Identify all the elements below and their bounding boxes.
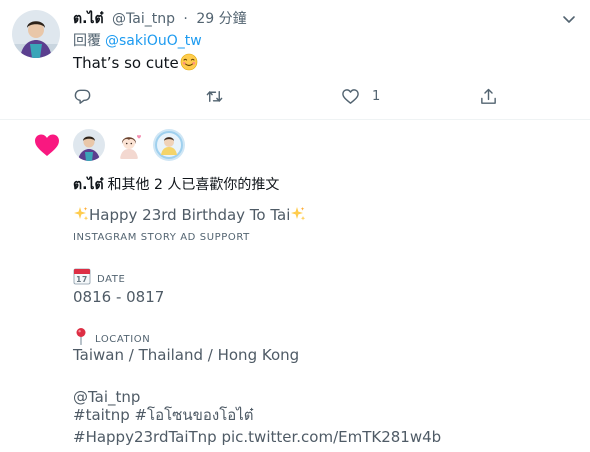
- like-count: 1: [372, 88, 381, 104]
- retweet-button[interactable]: [205, 86, 236, 106]
- date-label-line: 17 DATE: [73, 267, 125, 287]
- location-label: LOCATION: [95, 334, 151, 345]
- calendar-icon: 17: [73, 267, 91, 285]
- reply-icon: [74, 89, 91, 104]
- share-button[interactable]: [479, 86, 510, 106]
- reply-tweet[interactable]: ต.ไต๋ @Tai_tnp · 29 分鐘 回覆 @sakiOuO_tw Tha…: [0, 0, 590, 120]
- svg-text:17: 17: [76, 275, 88, 284]
- hashtag-and-pic-link: #Happy23rdTaiTnp pic.twitter.com/EmTK281…: [73, 428, 442, 446]
- sparkles-icon: [290, 206, 306, 222]
- round-pushpin-icon: [75, 327, 87, 346]
- like-button[interactable]: 1: [341, 86, 380, 106]
- user-avatar[interactable]: [12, 10, 60, 58]
- sparkles-icon: [73, 206, 89, 222]
- retweet-icon: [206, 90, 223, 102]
- replying-label: 回覆: [73, 33, 101, 49]
- liker-name-link[interactable]: ต.ไต๋: [73, 177, 104, 193]
- tweet-actions: 1: [73, 86, 503, 106]
- liker-avatar[interactable]: [113, 129, 145, 161]
- tweet-header: ต.ไต๋ @Tai_tnp · 29 分鐘: [73, 10, 247, 29]
- liked-by-text: ต.ไต๋ 和其他 2 人已喜歡你的推文: [73, 175, 279, 195]
- replying-mention-link[interactable]: @sakiOuO_tw: [105, 33, 202, 49]
- date-value: 0816 - 0817: [73, 288, 165, 306]
- liked-tweet-title: Happy 23rd Birthday To Tai: [89, 206, 291, 224]
- share-icon: [481, 88, 496, 104]
- hashtags-text: #taitnp #โอโซนของโอไต๋: [73, 406, 254, 424]
- liked-tweet-title-line: Happy 23rd Birthday To Tai: [73, 205, 306, 225]
- display-name[interactable]: ต.ไต๋: [73, 11, 104, 27]
- separator-dot: ·: [183, 11, 188, 27]
- timestamp[interactable]: 29 分鐘: [196, 11, 246, 27]
- liker-avatar[interactable]: [73, 129, 105, 161]
- heart-eyes-emoji-icon: [180, 53, 198, 71]
- liker-avatars: [73, 129, 185, 161]
- replying-to: 回覆 @sakiOuO_tw: [73, 32, 202, 50]
- location-value: Taiwan / Thailand / Hong Kong: [73, 346, 300, 364]
- liked-tweet-subtitle: INSTAGRAM STORY AD SUPPORT: [73, 232, 250, 243]
- mention-text: @Tai_tnp: [73, 388, 141, 406]
- handle[interactable]: @Tai_tnp: [112, 11, 175, 27]
- reply-button[interactable]: [73, 86, 104, 106]
- tweet-text-content: That’s so cute: [73, 54, 179, 72]
- date-label: DATE: [97, 274, 126, 285]
- tweet-text: That’s so cute: [73, 53, 198, 73]
- liker-avatar[interactable]: [153, 129, 185, 161]
- more-options-icon[interactable]: [560, 10, 578, 28]
- heart-icon: [33, 131, 61, 159]
- liked-description: 和其他 2 人已喜歡你的推文: [107, 177, 280, 193]
- like-heart-icon: [342, 88, 359, 104]
- location-label-line: LOCATION: [73, 327, 150, 347]
